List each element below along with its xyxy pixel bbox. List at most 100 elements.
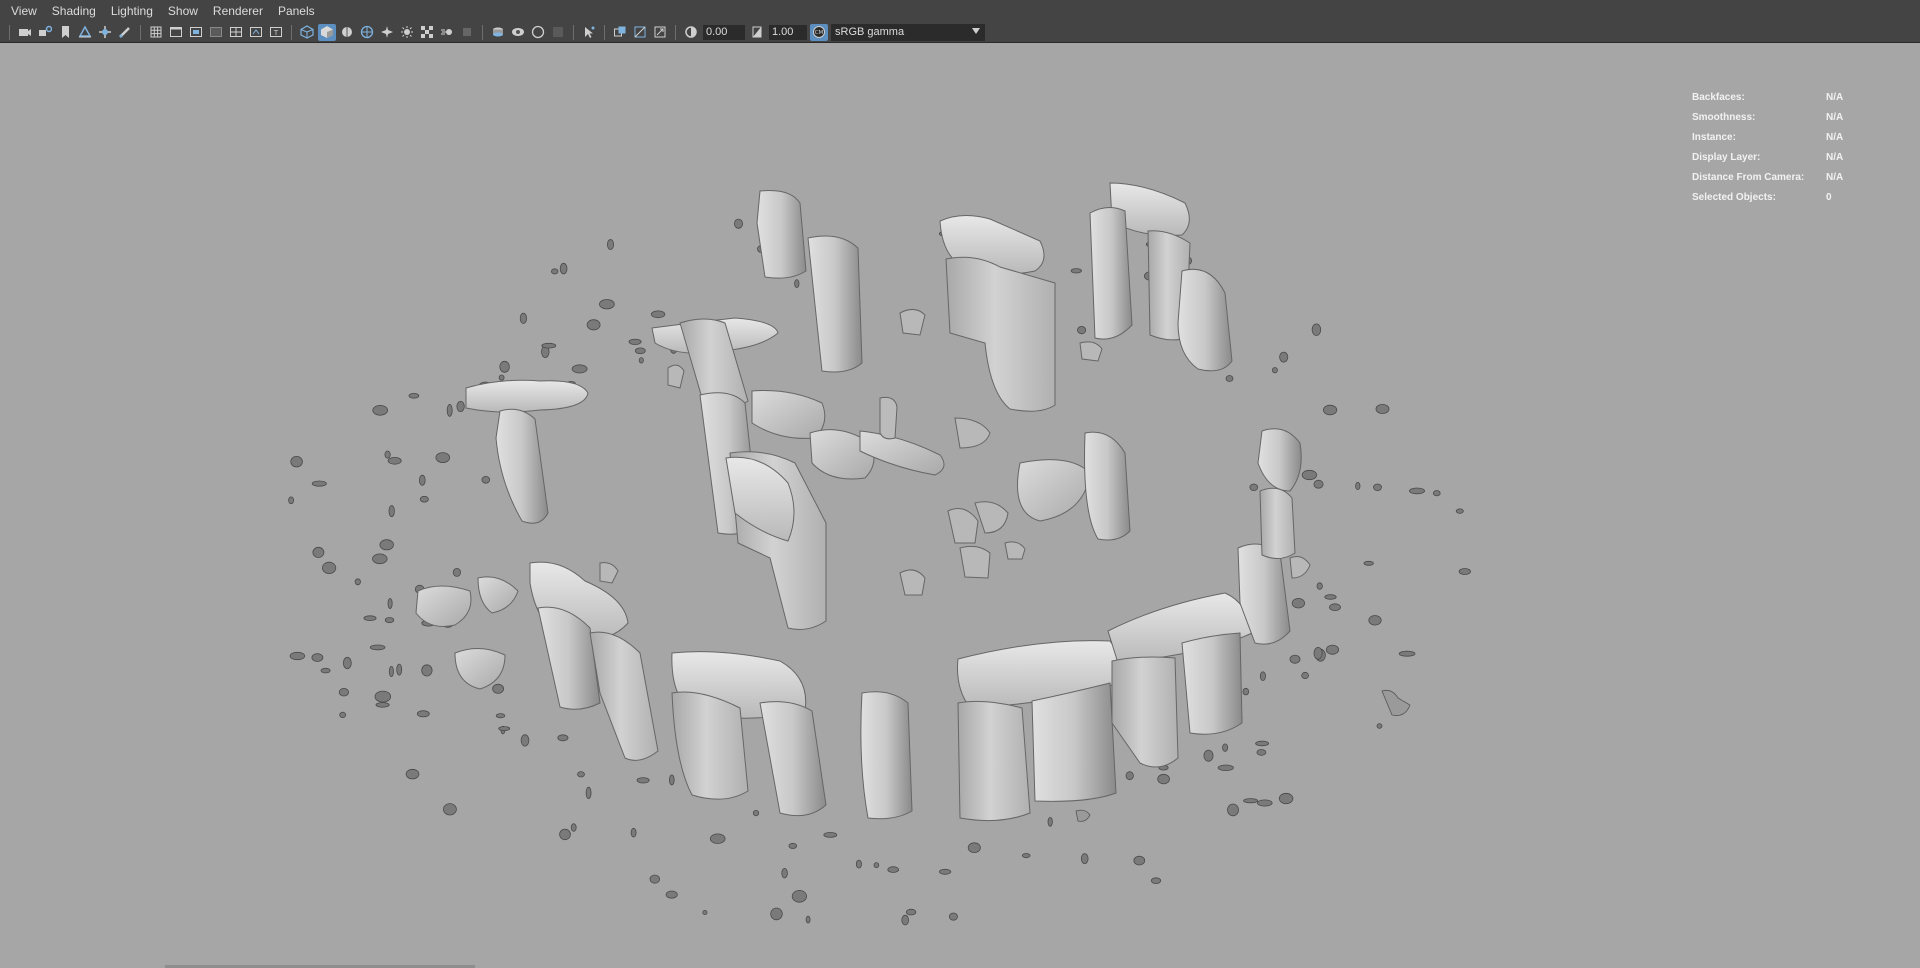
menu-panels[interactable]: Panels bbox=[271, 0, 323, 22]
image-plane-icon[interactable] bbox=[76, 24, 94, 41]
debris-fragment bbox=[1291, 598, 1306, 609]
debris-fragment bbox=[481, 475, 491, 484]
debris-fragment bbox=[1133, 855, 1146, 866]
debris-fragment bbox=[781, 868, 788, 879]
debris-fragment bbox=[1373, 483, 1382, 491]
debris-fragment bbox=[290, 456, 303, 468]
menu-shading[interactable]: Shading bbox=[45, 0, 104, 22]
field-chart-icon[interactable] bbox=[227, 24, 245, 41]
grid-icon[interactable] bbox=[147, 24, 165, 41]
debris-fragment bbox=[519, 312, 528, 324]
debris-fragment bbox=[375, 702, 390, 708]
debris-fragment bbox=[1243, 798, 1259, 804]
debris-fragment bbox=[559, 262, 568, 275]
wireframe-icon[interactable] bbox=[298, 24, 316, 41]
backface-culling-icon[interactable] bbox=[611, 24, 629, 41]
debris-fragment bbox=[321, 561, 337, 575]
gamma-icon[interactable] bbox=[748, 24, 766, 41]
toolbar-separator bbox=[140, 24, 141, 40]
debris-fragment bbox=[499, 360, 510, 373]
debris-fragment bbox=[638, 357, 644, 364]
shadows-icon[interactable] bbox=[398, 24, 416, 41]
anti-alias-icon[interactable] bbox=[458, 24, 476, 41]
menu-renderer[interactable]: Renderer bbox=[206, 0, 271, 22]
grease-pencil-icon[interactable] bbox=[116, 24, 134, 41]
use-all-lights-icon[interactable] bbox=[378, 24, 396, 41]
debris-fragment bbox=[709, 833, 726, 844]
viewport-toolbar: T CM sRGB gamma bbox=[0, 22, 1920, 43]
hud-value: N/A bbox=[1826, 171, 1844, 183]
debris-fragment bbox=[1272, 367, 1278, 374]
hud-label: Selected Objects: bbox=[1692, 191, 1776, 203]
xray-joints-icon[interactable] bbox=[549, 24, 567, 41]
smooth-shade-icon[interactable] bbox=[318, 23, 336, 41]
bookmark-icon[interactable] bbox=[56, 24, 74, 41]
safe-action-icon[interactable] bbox=[247, 24, 265, 41]
debris-fragment bbox=[442, 803, 457, 816]
debris-fragment bbox=[1301, 671, 1309, 680]
debris-fragment bbox=[374, 690, 392, 703]
depth-of-field-icon[interactable] bbox=[489, 24, 507, 41]
debris-fragment bbox=[636, 777, 650, 784]
film-gate-icon[interactable] bbox=[167, 24, 185, 41]
debris-fragment bbox=[1326, 644, 1340, 655]
safe-title-icon[interactable]: T bbox=[267, 24, 285, 41]
toolbar-separator bbox=[9, 24, 10, 40]
debris-fragment bbox=[901, 914, 909, 926]
debris-fragment bbox=[752, 809, 760, 817]
menu-view[interactable]: View bbox=[4, 0, 45, 22]
color-space-dropdown[interactable]: sRGB gamma bbox=[831, 23, 985, 41]
two-sided-lighting-icon[interactable] bbox=[631, 24, 649, 41]
pan-zoom-icon[interactable] bbox=[96, 24, 114, 41]
color-space-value: sRGB gamma bbox=[835, 26, 905, 38]
debris-fragment bbox=[570, 823, 577, 832]
debris-fragment bbox=[520, 734, 530, 747]
resolution-icon[interactable] bbox=[651, 24, 669, 41]
isolate-select-icon[interactable] bbox=[509, 24, 527, 41]
menu-lighting[interactable]: Lighting bbox=[104, 0, 161, 22]
debris-fragment bbox=[416, 710, 430, 718]
debris-fragment bbox=[1316, 582, 1323, 590]
menu-show[interactable]: Show bbox=[161, 0, 206, 22]
debris-fragment bbox=[630, 827, 637, 838]
gate-mask-icon[interactable] bbox=[207, 24, 225, 41]
select-camera-icon[interactable] bbox=[580, 24, 598, 41]
ambient-occlusion-icon[interactable] bbox=[418, 24, 436, 41]
debris-fragment bbox=[498, 374, 505, 381]
debris-fragment bbox=[1255, 740, 1269, 747]
resolution-gate-icon[interactable] bbox=[187, 24, 205, 41]
debris-fragment bbox=[384, 617, 395, 624]
hud-label: Display Layer: bbox=[1692, 151, 1761, 163]
debris-fragment bbox=[1301, 469, 1318, 481]
debris-fragment bbox=[557, 734, 569, 742]
camera-attributes-icon[interactable] bbox=[36, 24, 54, 41]
debris-fragment bbox=[421, 664, 433, 677]
camera-icon[interactable] bbox=[16, 24, 34, 41]
wireframe-on-shaded-icon[interactable] bbox=[338, 24, 356, 41]
debris-fragment bbox=[419, 495, 429, 503]
debris-fragment bbox=[1257, 799, 1273, 807]
debris-fragment bbox=[342, 656, 352, 670]
debris-fragment bbox=[1227, 803, 1239, 817]
textured-icon[interactable] bbox=[358, 24, 376, 41]
3d-viewport[interactable]: Backfaces: N/A Smoothness: N/A Instance:… bbox=[0, 43, 1920, 968]
debris-fragment bbox=[734, 218, 744, 229]
hud-row-distance: Distance From Camera: N/A bbox=[1692, 167, 1886, 187]
gamma-field[interactable] bbox=[769, 24, 807, 40]
debris-fragment bbox=[311, 653, 324, 662]
debris-fragment bbox=[418, 474, 426, 486]
xray-icon[interactable] bbox=[529, 24, 547, 41]
debris-fragment bbox=[289, 651, 306, 661]
debris-fragment bbox=[498, 726, 511, 731]
debris-fragment bbox=[628, 338, 642, 345]
exposure-icon[interactable] bbox=[682, 24, 700, 41]
debris-fragment bbox=[585, 786, 592, 800]
motion-blur-icon[interactable] bbox=[438, 24, 456, 41]
exposure-field[interactable] bbox=[703, 24, 745, 40]
svg-text:CM: CM bbox=[815, 30, 824, 36]
debris-fragment bbox=[586, 319, 601, 331]
color-management-icon[interactable]: CM bbox=[810, 23, 828, 41]
stonehenge-model[interactable] bbox=[0, 43, 1920, 968]
debris-fragment bbox=[405, 768, 420, 780]
hud-label: Smoothness: bbox=[1692, 111, 1756, 123]
